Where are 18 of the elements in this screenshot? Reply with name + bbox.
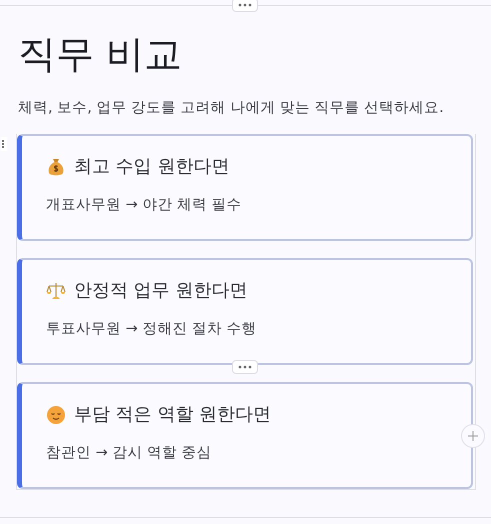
more-handle[interactable]	[232, 0, 258, 12]
add-button[interactable]	[461, 424, 485, 448]
more-handle[interactable]	[232, 360, 258, 374]
money-bag-icon	[46, 157, 66, 177]
more-icon	[237, 365, 253, 369]
page-title: 직무 비교	[18, 31, 184, 78]
more-icon	[237, 3, 253, 7]
smiling-face-icon	[46, 405, 66, 425]
card-detail: 투표사무원 → 정해진 절차 수행	[46, 320, 258, 339]
plus-icon	[468, 431, 478, 441]
card-heading: 부담 적은 역할 원한다면	[74, 403, 272, 427]
drag-handle-icon[interactable]	[1, 137, 7, 151]
card-detail: 참관인 → 감시 역할 중심	[46, 444, 213, 463]
card-heading: 안정적 업무 원한다면	[74, 279, 248, 303]
card-detail: 개표사무원 → 야간 체력 필수	[46, 196, 243, 215]
scales-icon	[46, 281, 66, 301]
card-heading: 최고 수입 원한다면	[74, 155, 230, 179]
page-subtitle: 체력, 보수, 업무 강도를 고려해 나에게 맞는 직무를 선택하세요.	[18, 99, 445, 118]
